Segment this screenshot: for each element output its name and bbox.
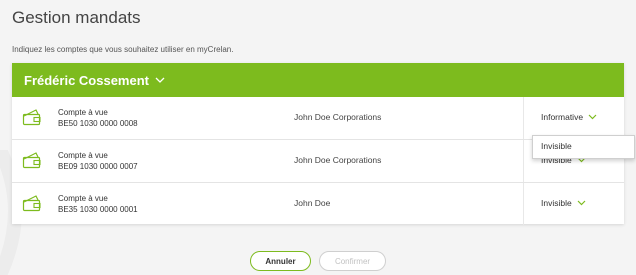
account-type: Compte à vue xyxy=(58,151,108,160)
wallet-icon xyxy=(22,151,42,174)
account-type: Compte à vue xyxy=(58,194,108,203)
visibility-select[interactable]: Invisible xyxy=(541,198,586,208)
account-holder: John Doe Corporations xyxy=(294,112,382,122)
account-number: BE35 1030 0000 0001 xyxy=(58,205,138,214)
visibility-value: Informative xyxy=(541,112,584,122)
owner-name: Frédéric Cossement xyxy=(24,72,149,88)
visibility-select[interactable]: Informative xyxy=(541,112,597,122)
account-number: BE09 1030 0000 0007 xyxy=(58,162,138,171)
chevron-down-icon xyxy=(577,198,586,208)
page-subtitle: Indiquez les comptes que vous souhaitez … xyxy=(12,45,234,54)
wallet-icon xyxy=(22,194,42,217)
chevron-down-icon xyxy=(155,77,165,84)
dropdown-option-invisible[interactable]: Invisible xyxy=(533,136,634,156)
visibility-value: Invisible xyxy=(541,198,572,208)
account-row: Compte à vue BE35 1030 0000 0001 John Do… xyxy=(12,183,624,225)
owner-selector[interactable]: Frédéric Cossement xyxy=(12,63,624,97)
account-holder: John Doe Corporations xyxy=(294,155,382,165)
account-number: BE50 1030 0000 0008 xyxy=(58,119,138,128)
cancel-button[interactable]: Annuler xyxy=(250,251,311,271)
page-title: Gestion mandats xyxy=(12,8,141,27)
account-row: Compte à vue BE50 1030 0000 0008 John Do… xyxy=(12,97,624,140)
visibility-cell: Invisible xyxy=(523,183,625,225)
visibility-cell: Informative xyxy=(523,97,625,139)
account-holder: John Doe xyxy=(294,198,331,208)
confirm-button[interactable]: Confirmer xyxy=(319,251,386,271)
wallet-icon xyxy=(22,108,42,131)
account-type: Compte à vue xyxy=(58,108,108,117)
chevron-down-icon xyxy=(588,112,597,122)
visibility-dropdown-menu: Invisible xyxy=(532,135,635,159)
